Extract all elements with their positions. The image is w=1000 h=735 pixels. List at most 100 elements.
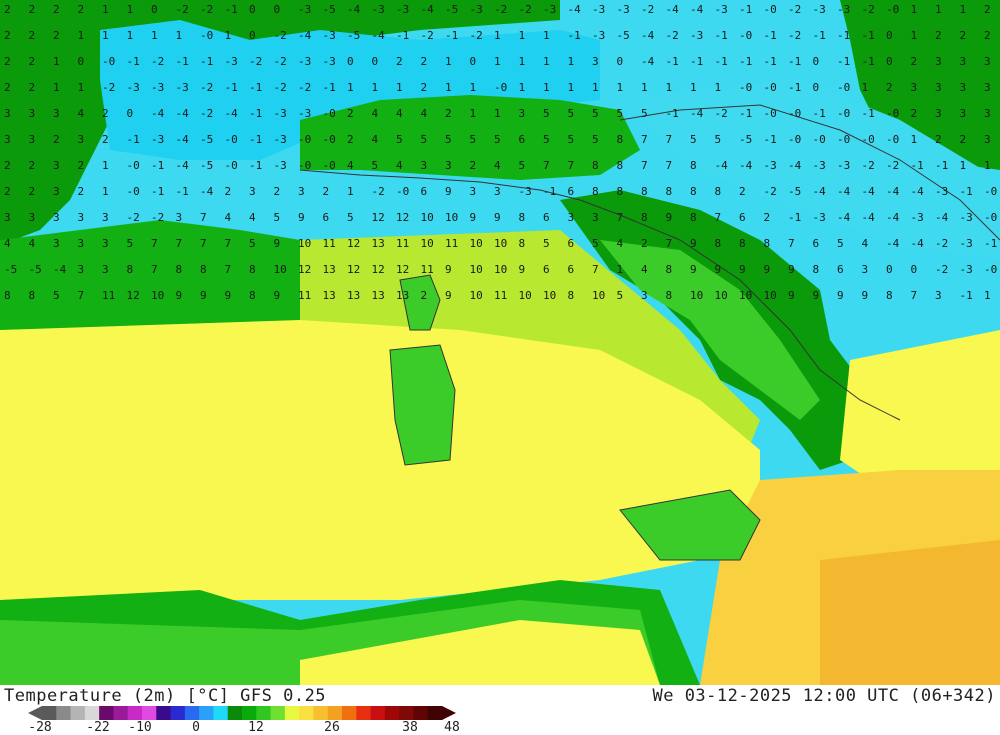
grid-value: 2 bbox=[641, 237, 648, 250]
grid-value: 9 bbox=[739, 263, 746, 276]
grid-value: 8 bbox=[616, 133, 624, 146]
grid-value: 6 bbox=[567, 237, 575, 250]
grid-value: -4 bbox=[665, 3, 679, 16]
grid-value: 9 bbox=[445, 263, 452, 276]
grid-value: -4 bbox=[641, 55, 655, 68]
grid-value: 4 bbox=[28, 237, 36, 250]
grid-value: 10 bbox=[690, 289, 704, 302]
grid-value: 3 bbox=[102, 211, 109, 224]
grid-value: -0 bbox=[298, 159, 312, 172]
grid-value: 10 bbox=[518, 289, 532, 302]
grid-value: 10 bbox=[763, 289, 777, 302]
grid-value: -2 bbox=[714, 107, 728, 120]
grid-value: 1 bbox=[910, 133, 918, 146]
grid-value: 10 bbox=[714, 289, 728, 302]
grid-value: 8 bbox=[175, 263, 183, 276]
grid-value: -2 bbox=[788, 29, 802, 42]
grid-value: -2 bbox=[469, 29, 483, 42]
grid-value: 8 bbox=[739, 237, 746, 250]
grid-value: 9 bbox=[224, 289, 232, 302]
grid-value: 8 bbox=[249, 289, 256, 302]
grid-value: 4 bbox=[371, 133, 379, 146]
grid-value: 3 bbox=[28, 133, 36, 146]
colorbar-swatch bbox=[370, 706, 386, 720]
grid-value: -3 bbox=[714, 3, 728, 16]
grid-value: 10 bbox=[543, 289, 557, 302]
grid-value: 5 bbox=[396, 133, 403, 146]
grid-value: -3 bbox=[469, 3, 483, 16]
grid-value: -3 bbox=[959, 211, 973, 224]
grid-value: 7 bbox=[200, 211, 207, 224]
grid-value: 1 bbox=[347, 81, 354, 94]
grid-value: 4 bbox=[420, 107, 428, 120]
grid-value: 1 bbox=[984, 289, 991, 302]
grid-value: -3 bbox=[763, 159, 777, 172]
grid-value: -1 bbox=[861, 55, 875, 68]
grid-value: -0 bbox=[322, 107, 336, 120]
grid-value: -3 bbox=[812, 211, 826, 224]
grid-value: -4 bbox=[151, 107, 165, 120]
grid-value: 1 bbox=[371, 81, 379, 94]
grid-value: -2 bbox=[371, 185, 385, 198]
grid-value: 3 bbox=[102, 263, 109, 276]
grid-value: 10 bbox=[469, 289, 483, 302]
grid-value: 5 bbox=[567, 133, 575, 146]
grid-value: -1 bbox=[249, 81, 263, 94]
south-warm bbox=[820, 540, 1000, 685]
grid-value: -0 bbox=[322, 159, 336, 172]
colorbar-swatch bbox=[56, 706, 72, 720]
grid-value: -0 bbox=[812, 133, 826, 146]
grid-value: -0 bbox=[837, 133, 851, 146]
grid-value: -2 bbox=[151, 55, 165, 68]
grid-value: 3 bbox=[592, 55, 599, 68]
grid-value: 8 bbox=[616, 185, 624, 198]
grid-value: 2 bbox=[910, 107, 918, 120]
grid-value: 8 bbox=[690, 211, 697, 224]
colorbar-swatch bbox=[227, 706, 243, 720]
grid-value: -3 bbox=[298, 107, 312, 120]
grid-value: 4 bbox=[494, 159, 501, 172]
grid-value: 2 bbox=[77, 185, 85, 198]
grid-value: 3 bbox=[494, 185, 501, 198]
grid-value: 12 bbox=[396, 211, 410, 224]
grid-value: -0 bbox=[861, 133, 875, 146]
grid-value: -0 bbox=[886, 107, 900, 120]
grid-value: 6 bbox=[739, 211, 746, 224]
grid-value: -4 bbox=[886, 237, 900, 250]
grid-value: -2 bbox=[151, 211, 165, 224]
grid-value: 3 bbox=[910, 81, 918, 94]
grid-value: 12 bbox=[371, 211, 385, 224]
grid-value: 1 bbox=[102, 159, 109, 172]
grid-value: 7 bbox=[224, 237, 232, 250]
grid-value: 3 bbox=[28, 211, 36, 224]
grid-value: -3 bbox=[837, 3, 851, 16]
grid-value: 4 bbox=[616, 237, 624, 250]
grid-value: 1 bbox=[518, 29, 526, 42]
grid-value: 5 bbox=[469, 133, 477, 146]
grid-value: 3 bbox=[984, 133, 991, 146]
grid-value: 0 bbox=[126, 107, 134, 120]
grid-value: 7 bbox=[567, 159, 575, 172]
grid-value: -1 bbox=[175, 55, 189, 68]
grid-value: 6 bbox=[567, 185, 575, 198]
grid-value: 2 bbox=[28, 3, 36, 16]
grid-value: 7 bbox=[910, 289, 918, 302]
grid-value: 2 bbox=[4, 29, 11, 42]
grid-value: -1 bbox=[126, 133, 140, 146]
grid-value: -1 bbox=[739, 3, 753, 16]
grid-value: 12 bbox=[126, 289, 140, 302]
grid-value: -4 bbox=[200, 185, 214, 198]
grid-value: -4 bbox=[910, 237, 924, 250]
grid-value: -0 bbox=[739, 29, 753, 42]
grid-value: 3 bbox=[641, 289, 648, 302]
grid-value: -2 bbox=[665, 29, 679, 42]
grid-value: 1 bbox=[616, 81, 624, 94]
colorbar-swatch bbox=[399, 706, 414, 720]
colorbar-swatch bbox=[199, 706, 214, 720]
grid-value: 8 bbox=[200, 263, 207, 276]
grid-value: 11 bbox=[494, 289, 508, 302]
grid-value: -3 bbox=[126, 81, 140, 94]
grid-value: -1 bbox=[935, 159, 949, 172]
colorbar-swatch bbox=[270, 706, 286, 720]
grid-value: -3 bbox=[592, 29, 606, 42]
